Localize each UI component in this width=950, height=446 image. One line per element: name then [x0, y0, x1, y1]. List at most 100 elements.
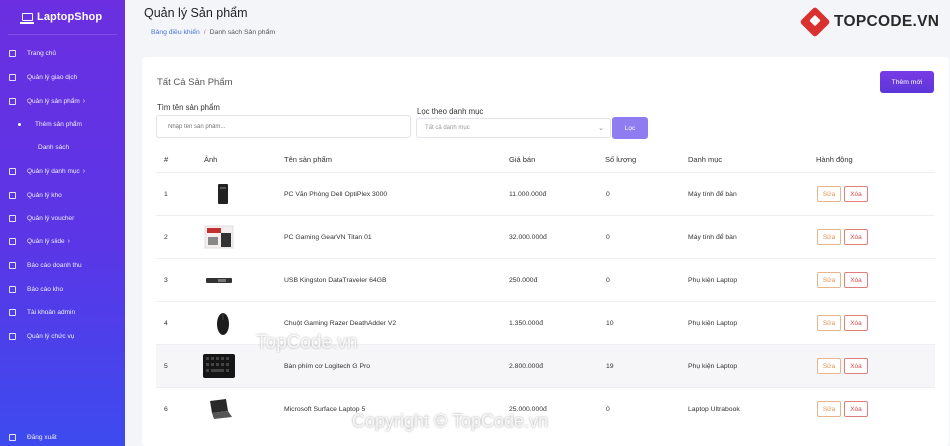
user-icon: [9, 308, 16, 316]
row-number: 1: [164, 191, 168, 198]
delete-button[interactable]: Xóa: [844, 315, 868, 331]
product-name: PC Gaming GearVN Titan 01: [284, 234, 372, 241]
sidebar-item-label: Báo cáo doanh thu: [27, 261, 82, 269]
product-category: Phụ kiện Laptop: [688, 277, 738, 284]
sidebar-item-add-product[interactable]: Thêm sản phẩm: [0, 116, 125, 132]
sidebar-item-label: Quản lý slide: [27, 237, 65, 245]
bullet-icon: [18, 122, 21, 126]
sidebar-item-label: Tài khoản admin: [27, 308, 76, 316]
watermark-topcode: TopCode.vn: [256, 332, 358, 353]
sidebar-item-stock-report[interactable]: Báo cáo kho: [0, 281, 125, 297]
chart-icon: [9, 261, 16, 269]
sidebar-item-label: Quản lý chức vụ: [27, 332, 75, 340]
category-icon: [9, 167, 16, 175]
row-number: 5: [164, 363, 168, 370]
sidebar-item-label: Quản lý danh mục: [27, 167, 80, 175]
sidebar-item-revenue-report[interactable]: Báo cáo doanh thu: [0, 257, 125, 273]
sidebar-item-warehouse[interactable]: Quản lý kho: [0, 187, 125, 203]
brand[interactable]: LaptopShop: [0, 0, 125, 34]
edit-button[interactable]: Sửa: [817, 272, 841, 288]
product-icon: [9, 97, 16, 105]
sidebar-item-home[interactable]: Trang chủ: [0, 45, 125, 61]
product-category: Máy tính để bàn: [688, 234, 737, 241]
product-price: 11.000.000đ: [509, 191, 547, 198]
edit-button[interactable]: Sửa: [817, 401, 841, 417]
product-category: Phụ kiện Laptop: [688, 363, 738, 370]
sidebar-item-products[interactable]: Quản lý sản phẩm ›: [0, 93, 125, 109]
sidebar-item-categories[interactable]: Quản lý danh mục ›: [0, 163, 125, 179]
dashboard-icon: [9, 49, 16, 57]
edit-button[interactable]: Sửa: [817, 229, 841, 245]
sidebar-item-voucher[interactable]: Quản lý voucher: [0, 210, 125, 226]
edit-button[interactable]: Sửa: [817, 358, 841, 374]
row-number: 6: [164, 406, 168, 413]
slide-icon: [9, 237, 16, 245]
column-header-price: Giá bán: [509, 155, 536, 164]
category-select-value: Tất cả danh mục: [425, 125, 470, 131]
sidebar-item-label: Quản lý kho: [27, 191, 62, 199]
laptop-icon: [20, 13, 34, 24]
product-image-desktop-pc: [218, 184, 228, 204]
product-quantity: 0: [606, 191, 610, 198]
breadcrumb-separator: /: [203, 29, 206, 36]
product-image-keyboard: [203, 354, 235, 378]
delete-button[interactable]: Xóa: [844, 401, 868, 417]
product-category: Máy tính để bàn: [688, 191, 737, 198]
product-image-mouse: [217, 313, 229, 335]
table-row: 1 PC Văn Phòng Dell OptiPlex 3000 11.000…: [156, 172, 935, 215]
breadcrumb-current: Danh sách Sản phẩm: [209, 29, 276, 36]
brand-name: LaptopShop: [37, 11, 103, 23]
delete-button[interactable]: Xóa: [844, 272, 868, 288]
product-price: 2.800.000đ: [509, 363, 544, 370]
product-price: 250.000đ: [509, 277, 538, 284]
card-title: Tất Cả Sản Phẩm: [157, 77, 233, 88]
product-price: 32.000.000đ: [509, 234, 547, 241]
edit-button[interactable]: Sửa: [817, 186, 841, 202]
sidebar-item-product-list[interactable]: Danh sách: [0, 139, 125, 155]
search-input[interactable]: [156, 115, 411, 138]
sidebar-item-label: Quản lý voucher: [27, 214, 75, 222]
sidebar-item-roles[interactable]: Quản lý chức vụ: [0, 328, 125, 344]
divider: [8, 34, 117, 35]
sidebar-item-label: Danh sách: [38, 143, 70, 151]
sidebar: LaptopShop Trang chủ Quản lý giao dịch Q…: [0, 0, 125, 446]
column-header-quantity: Số lượng: [605, 155, 637, 164]
warehouse-icon: [9, 191, 16, 199]
filter-button[interactable]: Lọc: [612, 117, 648, 139]
sidebar-item-transactions[interactable]: Quản lý giao dịch: [0, 69, 125, 85]
product-name: PC Văn Phòng Dell OptiPlex 3000: [284, 191, 388, 198]
search-label: Tìm tên sản phẩm: [157, 103, 220, 112]
sidebar-item-label: Trang chủ: [27, 49, 57, 57]
sidebar-item-slide[interactable]: Quản lý slide ›: [0, 233, 125, 249]
delete-button[interactable]: Xóa: [844, 229, 868, 245]
product-quantity: 10: [606, 320, 614, 327]
sidebar-item-label: Quản lý giao dịch: [27, 73, 78, 81]
category-filter-label: Lọc theo danh mục: [417, 107, 484, 116]
column-header-category: Danh mục: [688, 155, 723, 164]
column-header-name: Tên sản phẩm: [284, 155, 332, 164]
product-list-card: Tất Cả Sản Phẩm Thêm mới Tìm tên sản phẩ…: [142, 57, 949, 446]
row-number: 3: [164, 277, 168, 284]
column-header-num: #: [164, 155, 169, 164]
sidebar-item-logout[interactable]: Đăng xuất: [0, 429, 125, 445]
delete-button[interactable]: Xóa: [844, 186, 868, 202]
delete-button[interactable]: Xóa: [844, 358, 868, 374]
chevron-right-icon: ›: [67, 237, 70, 245]
chevron-right-icon: ›: [82, 167, 86, 175]
breadcrumb-home-link[interactable]: Bảng điều khiển: [151, 29, 200, 36]
topcode-logo: TOPCODE.VN: [799, 6, 940, 38]
chevron-down-icon: ⌄: [598, 125, 604, 132]
table-row: 3 USB Kingston DataTraveler 64GB 250.000…: [156, 258, 935, 301]
sidebar-item-admin-account[interactable]: Tài khoản admin: [0, 304, 125, 320]
edit-button[interactable]: Sửa: [817, 315, 841, 331]
logout-icon: [9, 433, 16, 441]
product-image-gaming-pc: [204, 225, 234, 249]
product-price: 1.350.000đ: [509, 320, 544, 327]
add-new-button[interactable]: Thêm mới: [880, 71, 934, 93]
role-icon: [9, 332, 16, 340]
product-name: Bàn phím cơ Logitech G Pro: [284, 363, 371, 370]
voucher-icon: [9, 214, 16, 222]
category-select[interactable]: Tất cả danh mục ⌄: [416, 118, 611, 138]
sidebar-item-label: Thêm sản phẩm: [35, 120, 82, 128]
logo-text: TOPCODE.VN: [834, 13, 940, 30]
